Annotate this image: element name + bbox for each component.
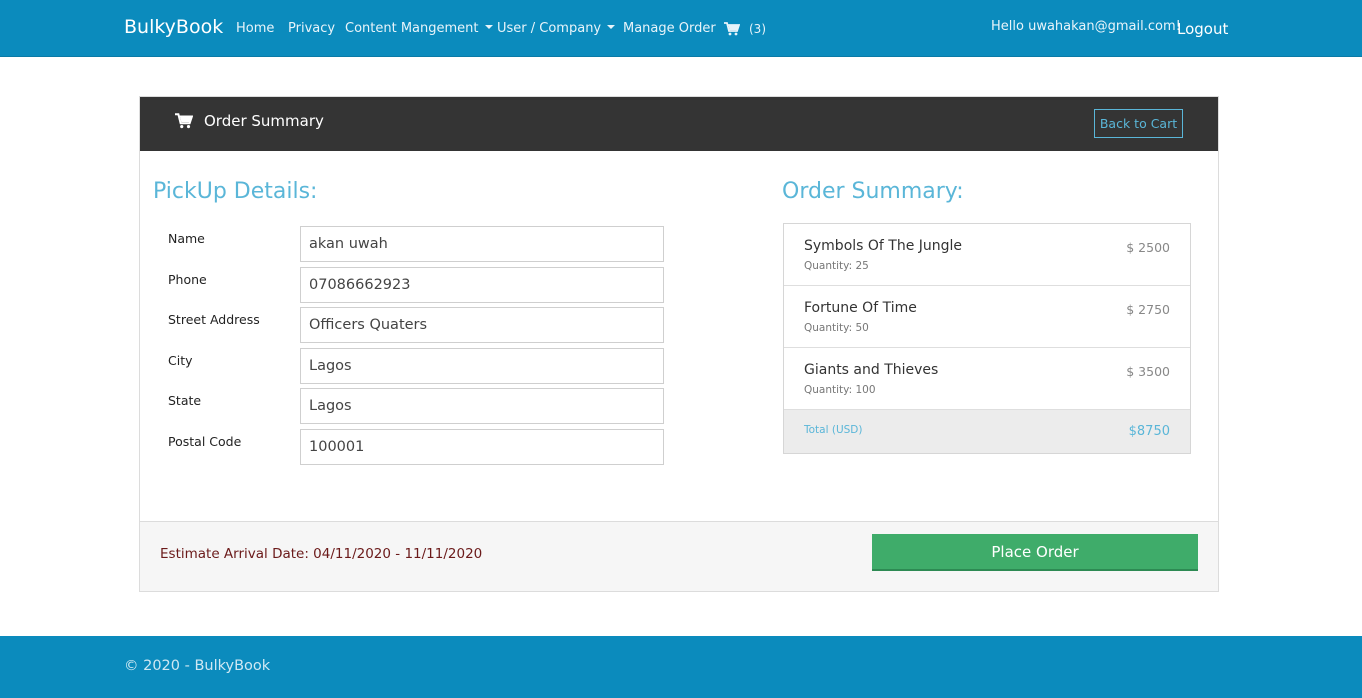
nav-privacy[interactable]: Privacy [288,21,335,36]
item-price: $ 2750 [1126,302,1170,317]
chevron-down-icon [607,25,616,29]
nav-user-company-dropdown[interactable]: User / Company [497,21,616,36]
item-title: Fortune Of Time [804,300,917,316]
nav-user-company-label: User / Company [497,21,602,36]
estimated-arrival-text: Estimate Arrival Date: 04/11/2020 - 11/1… [160,546,483,562]
page-footer: © 2020 - BulkyBook [0,636,1362,698]
postal-code-label: Postal Code [168,434,242,449]
item-price: $ 3500 [1126,364,1170,379]
back-to-cart-button[interactable]: Back to Cart [1094,109,1183,138]
order-total-row: Total (USD) $8750 [784,410,1190,453]
total-label: Total (USD) [804,424,863,436]
street-address-label: Street Address [168,312,260,327]
card-footer: Estimate Arrival Date: 04/11/2020 - 11/1… [140,521,1218,591]
top-navbar: BulkyBook Home Privacy Content Mangement… [0,0,1362,57]
card-header: Order Summary Back to Cart [140,97,1218,151]
chevron-down-icon [484,25,493,29]
city-label: City [168,353,193,368]
cart-count-badge[interactable]: (3) [749,22,766,36]
phone-field[interactable] [300,267,664,303]
shopping-cart-icon[interactable] [724,21,741,40]
user-greeting[interactable]: Hello uwahakan@gmail.com! [991,19,1181,34]
nav-content-management-dropdown[interactable]: Content Mangement [345,21,493,36]
state-field[interactable] [300,388,664,424]
item-price: $ 2500 [1126,240,1170,255]
name-label: Name [168,231,205,246]
list-item: Symbols Of The Jungle Quantity: 25 $ 250… [784,224,1190,286]
item-title: Symbols Of The Jungle [804,238,963,254]
state-label: State [168,393,202,408]
order-summary-heading: Order Summary: [782,179,964,204]
item-quantity: Quantity: 50 [804,322,869,334]
logout-link[interactable]: Logout [1177,20,1228,38]
item-quantity: Quantity: 25 [804,260,869,272]
card-title: Order Summary [204,112,324,130]
phone-label: Phone [168,272,207,287]
nav-manage-order[interactable]: Manage Order [623,21,716,36]
copyright-text: © 2020 - BulkyBook [124,658,271,674]
order-summary-card: Order Summary Back to Cart PickUp Detail… [139,96,1219,592]
item-title: Giants and Thieves [804,362,939,378]
order-summary-list: Symbols Of The Jungle Quantity: 25 $ 250… [783,223,1191,454]
item-quantity: Quantity: 100 [804,384,876,396]
list-item: Fortune Of Time Quantity: 50 $ 2750 [784,286,1190,348]
postal-code-field[interactable] [300,429,664,465]
shopping-cart-icon [175,113,194,133]
pickup-details-heading: PickUp Details: [153,179,318,204]
name-field[interactable] [300,226,664,262]
list-item: Giants and Thieves Quantity: 100 $ 3500 [784,348,1190,410]
nav-content-management-label: Content Mangement [345,21,479,36]
place-order-button[interactable]: Place Order [872,534,1198,571]
nav-home[interactable]: Home [236,21,274,36]
city-field[interactable] [300,348,664,384]
brand-link[interactable]: BulkyBook [124,16,223,38]
total-value: $8750 [1128,424,1170,439]
street-address-field[interactable] [300,307,664,343]
